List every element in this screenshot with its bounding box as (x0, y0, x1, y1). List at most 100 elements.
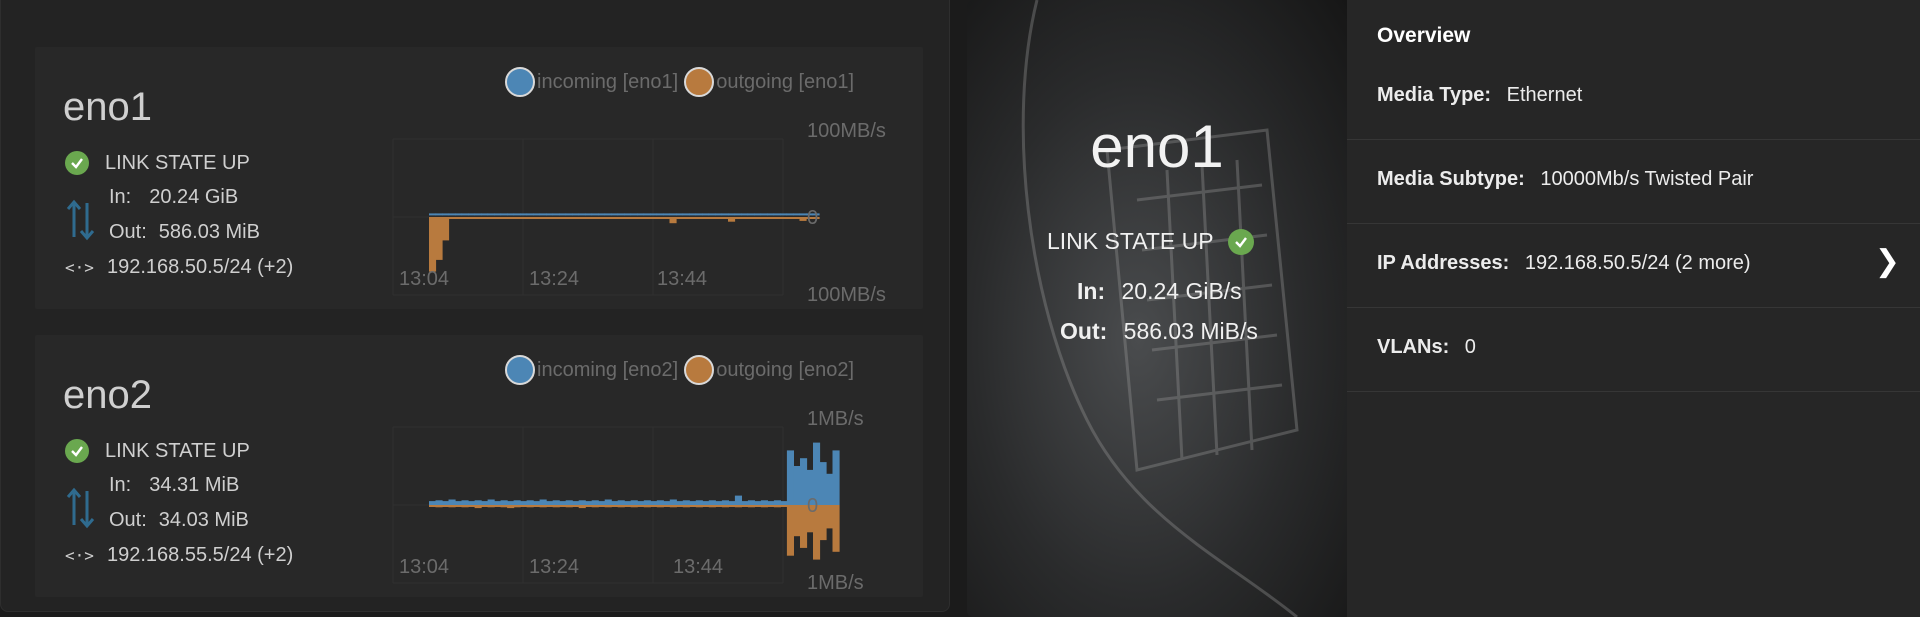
chevron-right-icon[interactable]: ❯ (1875, 244, 1900, 279)
data-bar-incoming (650, 501, 658, 505)
data-bar-outgoing (773, 505, 781, 508)
x-axis-tick-label: 13:44 (673, 556, 723, 578)
data-bar-outgoing (429, 505, 437, 507)
data-bar-incoming (715, 501, 723, 505)
data-bar-incoming (461, 500, 469, 505)
data-bar-incoming (513, 213, 521, 216)
data-bar-incoming (793, 466, 801, 505)
data-bar-incoming (650, 213, 658, 216)
data-bar-outgoing (695, 217, 703, 219)
data-bar-outgoing (520, 217, 528, 219)
data-bar-incoming (734, 213, 742, 216)
data-bar-incoming (604, 499, 612, 505)
data-bar-incoming (689, 213, 697, 216)
data-bar-incoming (773, 213, 781, 216)
data-bar-outgoing (604, 505, 612, 508)
data-bar-outgoing (754, 217, 762, 219)
vlans-row: VLANs: 0 (1347, 308, 1920, 392)
data-bar-outgoing (676, 505, 684, 507)
interface-card-eno2[interactable]: eno2 LINK STATE UP In: 34.31 MiB Out: 34… (35, 335, 923, 597)
data-bar-incoming (572, 213, 580, 216)
x-axis-tick-label: 13:04 (399, 268, 449, 290)
data-bar-incoming (689, 501, 697, 505)
data-bar-incoming (624, 501, 632, 505)
data-bar-incoming (533, 501, 541, 505)
data-bar-incoming (578, 500, 586, 505)
data-bar-outgoing (578, 505, 586, 509)
data-bar-incoming (461, 213, 469, 216)
data-bar-outgoing (708, 217, 716, 219)
data-bar-outgoing (669, 505, 677, 508)
data-bar-outgoing (448, 217, 456, 219)
data-bar-incoming (656, 500, 664, 505)
data-bar-outgoing (689, 505, 697, 507)
data-bar-incoming (760, 500, 768, 505)
data-bar-outgoing (500, 505, 508, 508)
data-bar-outgoing (702, 505, 710, 507)
data-bar-incoming (500, 500, 508, 505)
data-bar-outgoing (448, 505, 456, 508)
media-subtype-value: 10000Mb/s Twisted Pair (1540, 168, 1754, 190)
data-bar-incoming (559, 501, 567, 505)
data-bar-outgoing (637, 505, 645, 507)
x-axis-tick-label: 13:24 (529, 268, 579, 290)
data-bar-incoming (526, 213, 534, 216)
data-bar-outgoing (786, 505, 794, 556)
ip-addresses-row[interactable]: IP Addresses: 192.168.50.5/24 (2 more) ❯ (1347, 224, 1920, 308)
data-bar-incoming (520, 213, 528, 216)
data-bar-outgoing (617, 505, 625, 508)
data-bar-outgoing (656, 217, 664, 219)
data-bar-outgoing (630, 505, 638, 508)
data-bar-incoming (448, 499, 456, 505)
data-bar-incoming (539, 499, 547, 505)
y-axis-label-top: 100MB/s (807, 120, 886, 142)
data-bar-outgoing (650, 217, 658, 219)
data-bar-outgoing (520, 505, 528, 507)
data-bar-incoming (669, 499, 677, 505)
data-bar-incoming (799, 213, 807, 216)
data-bar-outgoing (513, 217, 521, 219)
data-bar-incoming (721, 213, 729, 216)
check-circle-icon (1227, 228, 1254, 255)
traffic-chart: 1MB/s 0 1MB/s 13:04 13:24 13:44 (392, 408, 864, 594)
data-bar-outgoing (754, 505, 762, 507)
data-bar-incoming (617, 213, 625, 216)
data-bar-outgoing (526, 217, 534, 219)
data-bar-incoming (663, 501, 671, 505)
data-bar-outgoing (539, 505, 547, 508)
detail-out-value: 586.03 MiB/s (1123, 318, 1258, 344)
data-bar-outgoing (546, 505, 554, 507)
data-bar-outgoing (559, 505, 567, 507)
y-axis-label-zero: 0 (807, 495, 818, 517)
data-bar-incoming (760, 213, 768, 216)
data-bar-outgoing (559, 217, 567, 219)
data-bar-incoming (630, 213, 638, 216)
interface-card-eno1[interactable]: eno1 LINK STATE UP In: 20.24 GiB Out: 58… (35, 47, 923, 309)
data-bar-incoming (637, 213, 645, 216)
data-bar-outgoing (663, 505, 671, 507)
data-bar-outgoing (598, 217, 606, 219)
data-bar-outgoing (598, 505, 606, 507)
data-bar-outgoing (767, 217, 775, 219)
y-axis-label-bottom: 1MB/s (807, 572, 864, 594)
data-bar-outgoing (435, 217, 443, 260)
detail-in-value: 20.24 GiB/s (1121, 278, 1242, 304)
data-bar-incoming (429, 213, 437, 216)
data-bar-outgoing (572, 505, 580, 507)
data-bar-outgoing (624, 505, 632, 507)
data-bar-incoming (611, 501, 619, 505)
x-axis-tick-label: 13:04 (399, 556, 449, 578)
data-bar-outgoing (494, 505, 502, 507)
data-bar-outgoing (663, 217, 671, 219)
data-bar-outgoing (539, 217, 547, 219)
data-bar-outgoing (533, 217, 541, 219)
data-bar-incoming (695, 213, 703, 216)
data-bar-outgoing (468, 505, 476, 507)
data-bar-incoming (565, 213, 573, 216)
data-bar-outgoing (611, 505, 619, 507)
data-bar-outgoing (676, 217, 684, 219)
data-bar-outgoing (461, 505, 469, 508)
data-bar-incoming (442, 501, 450, 505)
data-bar-incoming (591, 500, 599, 505)
data-bar-incoming (552, 500, 560, 505)
